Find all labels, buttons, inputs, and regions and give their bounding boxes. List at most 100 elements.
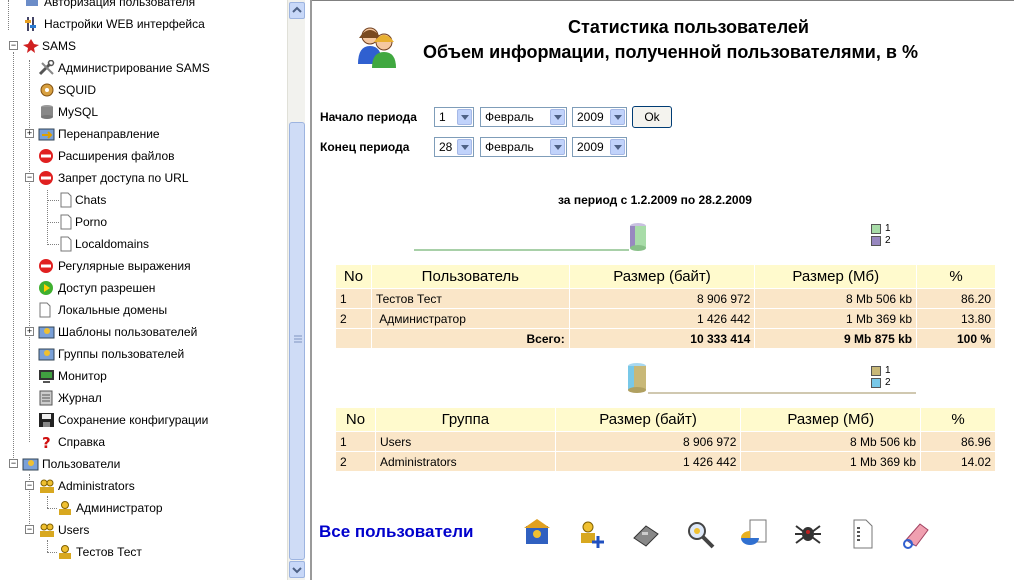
collapse-toggle-icon[interactable]: − [25, 173, 34, 182]
collapse-toggle-icon[interactable]: − [9, 459, 18, 468]
start-month-select[interactable]: Февраль [480, 107, 567, 127]
end-day-select[interactable]: 28 [434, 137, 474, 157]
users-folder-icon [38, 326, 55, 339]
tree-scrollbar[interactable] [287, 0, 305, 580]
table-cell: Администратор [370, 308, 570, 329]
tree-line [29, 60, 30, 442]
document-icon[interactable] [846, 518, 878, 550]
legend-label: 2 [885, 235, 891, 246]
select-value: 1 [439, 110, 446, 124]
chevron-down-icon [550, 109, 565, 125]
tree-item-label: Монитор [58, 369, 107, 383]
block-icon [39, 259, 53, 273]
tree-item-label: Администратор [76, 501, 163, 515]
database-icon [41, 105, 53, 119]
collapse-toggle-icon[interactable]: − [25, 481, 34, 490]
end-month-select[interactable]: Февраль [480, 137, 567, 157]
table-row: 2 Администратор 1 426 442 1 Mb 369 kb 13… [335, 308, 996, 329]
groups-chart [628, 363, 916, 394]
tree-item-label: Administrators [58, 479, 135, 493]
help-icon: ? [42, 434, 51, 450]
table-cell: 2 [335, 308, 372, 329]
block-icon [39, 171, 53, 185]
table-cell: 8 Mb 506 kb [754, 288, 918, 309]
table-cell: 1 [335, 431, 376, 452]
main-content: Статистика пользователей Объем информаци… [310, 0, 1014, 580]
table-cell: Всего: [370, 328, 570, 349]
search-icon[interactable] [684, 518, 716, 550]
end-year-select[interactable]: 2009 [572, 137, 627, 157]
add-user-icon[interactable] [576, 518, 608, 550]
scroll-down-button[interactable] [289, 561, 305, 578]
calculator-icon[interactable] [630, 518, 662, 550]
collapse-toggle-icon[interactable]: − [25, 525, 34, 534]
scroll-up-button[interactable] [289, 2, 305, 19]
table-cell: 9 Mb 875 kb [754, 328, 918, 349]
users-stats-table: No Пользователь Размер (байт) Размер (Мб… [335, 264, 996, 349]
select-value: Февраль [485, 110, 534, 124]
legend-swatch [871, 378, 881, 388]
end-period-label: Конец периода [320, 140, 410, 154]
users-folder-icon [38, 348, 55, 361]
expand-toggle-icon[interactable]: + [25, 327, 34, 336]
eraser-icon[interactable] [900, 518, 932, 550]
tree-item-label: Авторизация пользователя [44, 0, 196, 9]
scroll-thumb[interactable] [289, 122, 305, 560]
tools-icon [38, 60, 55, 76]
table-header-row: No Группа Размер (байт) Размер (Мб) % [335, 407, 996, 432]
users-chart [414, 223, 646, 251]
column-header: % [916, 264, 996, 289]
table-cell: 1 426 442 [568, 308, 756, 329]
table-cell: Тестов Тест [370, 288, 570, 309]
table-row: 1 Users 8 906 972 8 Mb 506 kb 86.96 [335, 431, 996, 452]
tree-item-label: Группы пользователей [58, 347, 185, 361]
block-icon [39, 149, 53, 163]
spider-icon[interactable] [792, 518, 824, 550]
collapse-toggle-icon[interactable]: − [9, 41, 18, 50]
tree-item-label: MySQL [58, 105, 99, 119]
tree-line [47, 200, 59, 201]
page-subtitle: Объем информации, полученной пользовател… [423, 42, 918, 62]
ok-button[interactable]: Ok [632, 106, 672, 128]
column-header: Группа [374, 407, 556, 432]
tree-item-label: Администрирование SAMS [58, 61, 210, 75]
tree-item-label: Локальные домены [58, 303, 168, 317]
legend-label: 1 [885, 223, 891, 234]
column-header: Размер (Мб) [754, 264, 918, 289]
table-row: 1 Тестов Тест 8 906 972 8 Mb 506 kb 86.2… [335, 288, 996, 309]
tree-item-label: Localdomains [75, 237, 150, 251]
document-icon [60, 214, 72, 230]
users-folder-icon [22, 458, 39, 471]
tree-line [13, 52, 14, 458]
chevron-down-icon [457, 109, 472, 125]
pie-chart-icon[interactable] [738, 518, 770, 550]
document-icon [60, 192, 72, 208]
user-icon [59, 545, 71, 559]
all-users-link[interactable]: Все пользователи [319, 522, 474, 542]
tree-item-label: SQUID [58, 83, 97, 97]
chevron-down-icon [610, 109, 625, 125]
tree-item-label: Users [58, 523, 90, 537]
frame-border [312, 0, 1014, 1]
table-cell: Administrators [374, 451, 556, 472]
chevron-down-icon [292, 567, 302, 574]
chevron-up-icon [292, 6, 302, 13]
start-day-select[interactable]: 1 [434, 107, 474, 127]
home-users-icon[interactable] [522, 518, 554, 550]
select-value: Февраль [485, 140, 534, 154]
table-header-row: No Пользователь Размер (байт) Размер (Мб… [335, 264, 996, 289]
user-group-icon [40, 523, 54, 537]
tree-line [47, 540, 48, 552]
column-header: Размер (байт) [554, 407, 742, 432]
table-cell: 100 % [916, 328, 996, 349]
select-value: 28 [439, 140, 453, 154]
allow-icon [39, 281, 53, 295]
expand-toggle-icon[interactable]: + [25, 129, 34, 138]
chevron-down-icon [457, 139, 472, 155]
grip-icon [294, 335, 302, 343]
legend-swatch [871, 224, 881, 234]
page-title: Статистика пользователей [568, 17, 809, 37]
tree-item-label: Chats [75, 193, 107, 207]
start-year-select[interactable]: 2009 [572, 107, 627, 127]
column-header: No [335, 407, 376, 432]
